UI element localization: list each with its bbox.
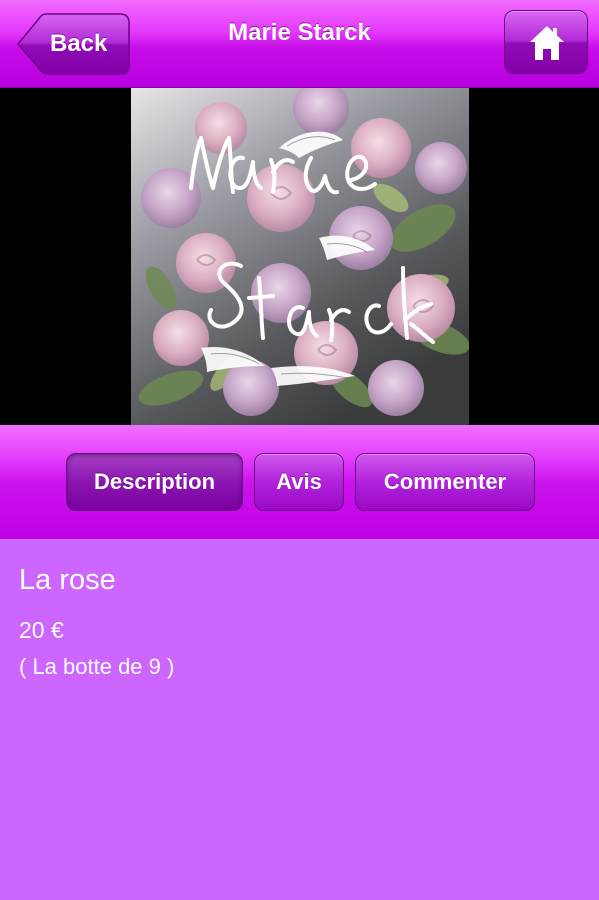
tab-avis-label: Avis bbox=[276, 469, 322, 494]
home-button[interactable] bbox=[504, 10, 588, 74]
back-button[interactable]: Back bbox=[16, 13, 130, 75]
nav-bar: Back Marie Starck bbox=[0, 0, 599, 88]
back-label: Back bbox=[50, 30, 108, 57]
product-unit: ( La botte de 9 ) bbox=[19, 654, 175, 679]
app-screen: Back Marie Starck Description Avis Comme… bbox=[0, 0, 599, 900]
segment-bar: Description Avis Commenter bbox=[0, 425, 599, 539]
tab-commenter-label: Commenter bbox=[383, 469, 507, 494]
home-icon bbox=[530, 26, 564, 60]
product-image bbox=[131, 88, 469, 425]
product-name: La rose bbox=[19, 564, 116, 596]
tab-description[interactable]: Description bbox=[66, 453, 243, 511]
tab-avis[interactable]: Avis bbox=[254, 453, 344, 511]
page-title: Marie Starck bbox=[228, 19, 371, 46]
product-image-area bbox=[0, 88, 599, 425]
product-price: 20 € bbox=[19, 617, 64, 643]
tab-description-label: Description bbox=[93, 469, 216, 494]
product-details: La rose 20 € ( La botte de 9 ) bbox=[0, 539, 599, 900]
tab-commenter[interactable]: Commenter bbox=[355, 453, 535, 511]
